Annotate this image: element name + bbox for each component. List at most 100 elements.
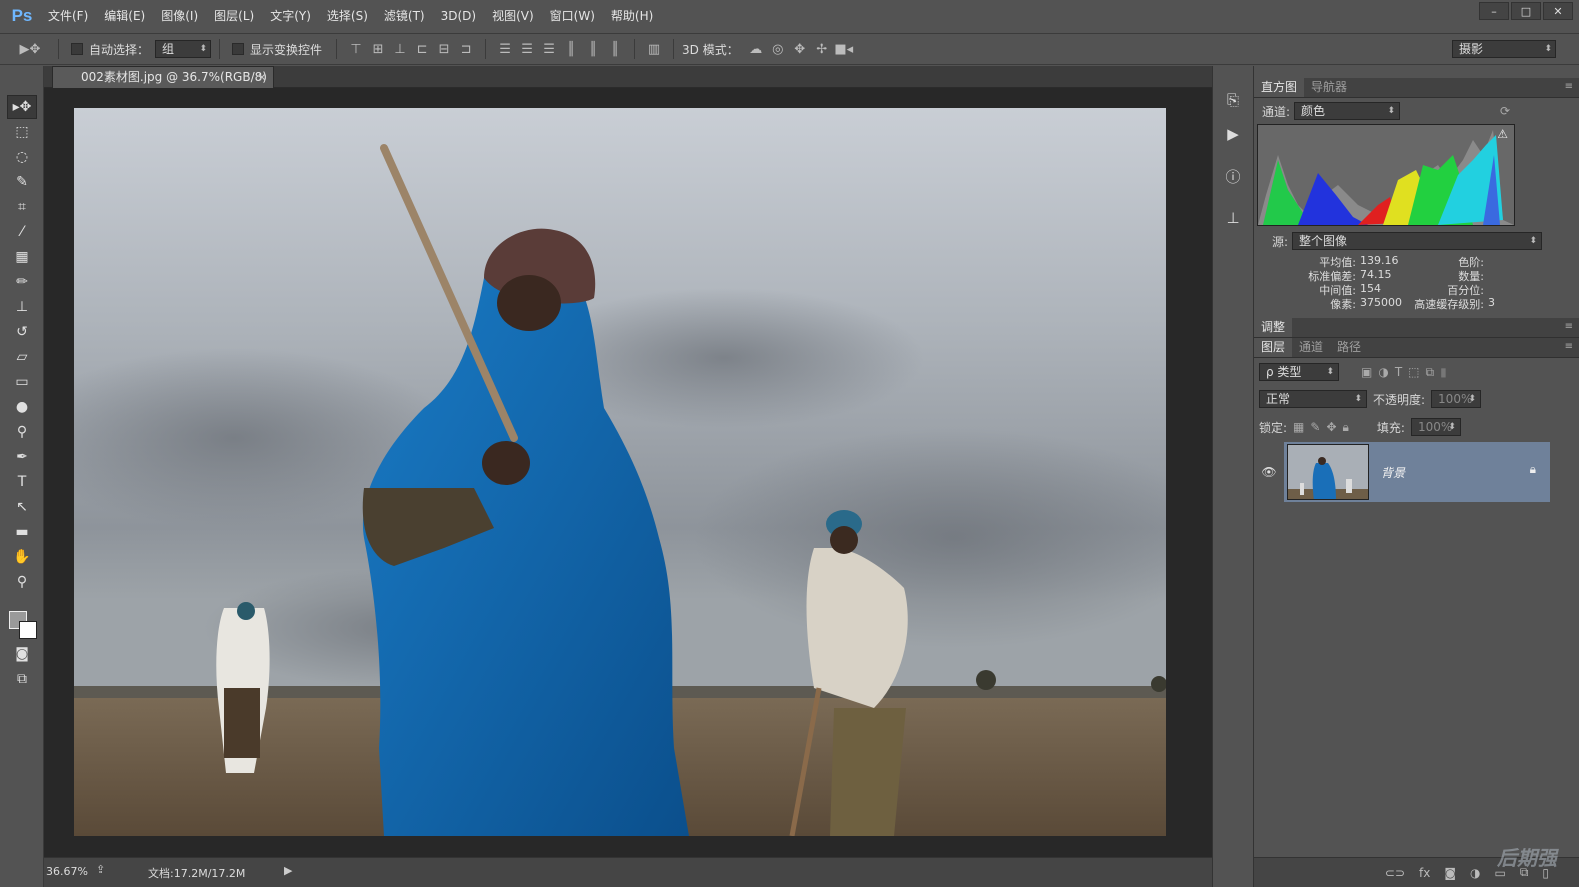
channel-dropdown[interactable]: 颜色	[1294, 102, 1401, 120]
fx-icon[interactable]: fx	[1419, 866, 1430, 880]
auto-select-checkbox[interactable]	[71, 43, 83, 55]
lasso-tool-icon[interactable]: ◌	[7, 145, 37, 169]
brush-tool-icon[interactable]: ✏	[7, 270, 37, 294]
align-top-icon[interactable]: ⊤	[345, 38, 367, 60]
menu-view[interactable]: 视图(V)	[484, 0, 542, 32]
image-canvas[interactable]	[74, 108, 1166, 836]
blend-mode-dropdown[interactable]: 正常	[1259, 390, 1367, 408]
info-panel-icon[interactable]: ⓘ	[1217, 162, 1249, 190]
export-icon[interactable]: ⇪	[96, 863, 105, 876]
quick-select-tool-icon[interactable]: ✎	[7, 170, 37, 194]
layer-kind-dropdown[interactable]: ρ 类型	[1259, 363, 1339, 381]
eyedropper-tool-icon[interactable]: ⁄	[7, 220, 37, 244]
tab-channels[interactable]: 通道	[1292, 338, 1330, 357]
link-layers-icon[interactable]: ⊂⊃	[1385, 866, 1405, 880]
distribute-bottom-icon[interactable]: ☰	[538, 38, 560, 60]
auto-select-dropdown[interactable]: 组	[155, 40, 212, 58]
clone-source-panel-icon[interactable]: ⊥	[1217, 204, 1249, 232]
eraser-tool-icon[interactable]: ▱	[7, 345, 37, 369]
filter-smart-icon[interactable]: ⧉	[1426, 365, 1435, 380]
type-tool-icon[interactable]: T	[7, 470, 37, 494]
zoom-level[interactable]: 36.67%	[46, 865, 88, 878]
lock-all-icon[interactable]: 🔒︎	[1343, 420, 1349, 435]
lock-transparent-icon[interactable]: ▦	[1293, 420, 1304, 434]
distribute-top-icon[interactable]: ☰	[494, 38, 516, 60]
close-tab-icon[interactable]: ×	[257, 67, 267, 87]
panel-menu-icon[interactable]: ≡	[1565, 321, 1573, 332]
auto-align-icon[interactable]: ▥	[643, 38, 665, 60]
menu-image[interactable]: 图像(I)	[153, 0, 206, 32]
lock-position-icon[interactable]: ✥	[1326, 420, 1336, 434]
3d-camera-icon[interactable]: ■◂	[833, 38, 855, 60]
filter-toggle-icon[interactable]: ▮	[1440, 365, 1447, 379]
menu-type[interactable]: 文字(Y)	[262, 0, 319, 32]
path-select-tool-icon[interactable]: ↖	[7, 495, 37, 519]
tab-paths[interactable]: 路径	[1330, 338, 1368, 357]
document-tab[interactable]: 002素材图.jpg @ 36.7%(RGB/8) ×	[52, 66, 274, 88]
tab-histogram[interactable]: 直方图	[1254, 78, 1305, 97]
panel-menu-icon[interactable]: ≡	[1565, 81, 1573, 92]
menu-edit[interactable]: 编辑(E)	[96, 0, 153, 32]
distribute-hcenter-icon[interactable]: ║	[582, 38, 604, 60]
layer-row-background[interactable]: 👁︎ 背景 🔒︎	[1254, 442, 1550, 502]
fill-input[interactable]: 100%	[1410, 418, 1461, 436]
pen-tool-icon[interactable]: ✒	[7, 445, 37, 469]
align-bottom-icon[interactable]: ⊥	[389, 38, 411, 60]
3d-orbit-icon[interactable]: ☁	[745, 38, 767, 60]
filter-pixel-icon[interactable]: ▣	[1361, 365, 1372, 379]
menu-3d[interactable]: 3D(D)	[433, 0, 484, 32]
show-transform-checkbox[interactable]	[232, 43, 245, 55]
crop-tool-icon[interactable]: ⌗	[7, 195, 37, 219]
status-menu-arrow[interactable]: ▶	[284, 864, 292, 877]
visibility-eye-icon[interactable]: 👁︎	[1254, 442, 1284, 502]
actions-panel-icon[interactable]: ▶	[1217, 120, 1249, 148]
source-dropdown[interactable]: 整个图像	[1292, 232, 1543, 250]
maximize-button[interactable]: □	[1511, 2, 1541, 20]
quick-mask-icon[interactable]: ◙	[7, 642, 37, 666]
new-adjustment-icon[interactable]: ◑	[1470, 866, 1480, 880]
distribute-right-icon[interactable]: ║	[604, 38, 626, 60]
menu-window[interactable]: 窗口(W)	[542, 0, 603, 32]
move-tool-icon[interactable]: ▸✥	[7, 95, 37, 119]
tab-adjustments[interactable]: 调整	[1254, 318, 1293, 337]
lock-image-icon[interactable]: ✎	[1310, 420, 1320, 434]
align-left-icon[interactable]: ⊏	[411, 38, 433, 60]
refresh-icon[interactable]: ⟳	[1500, 104, 1510, 118]
add-mask-icon[interactable]: ◙	[1444, 866, 1456, 880]
3d-pan-icon[interactable]: ✥	[789, 38, 811, 60]
layer-item[interactable]: 背景 🔒︎	[1284, 442, 1550, 502]
history-brush-tool-icon[interactable]: ↺	[7, 320, 37, 344]
3d-roll-icon[interactable]: ◎	[767, 38, 789, 60]
distribute-vcenter-icon[interactable]: ☰	[516, 38, 538, 60]
history-panel-icon[interactable]: ⎘	[1217, 86, 1249, 114]
move-tool-preset-icon[interactable]: ▶✥	[10, 38, 50, 60]
hand-tool-icon[interactable]: ✋	[7, 545, 37, 569]
minimize-button[interactable]: –	[1479, 2, 1509, 20]
marquee-tool-icon[interactable]: ⬚	[7, 120, 37, 144]
workspace-dropdown[interactable]: 摄影	[1452, 40, 1556, 58]
background-color[interactable]	[19, 621, 37, 639]
filter-adjust-icon[interactable]: ◑	[1378, 365, 1388, 379]
filter-type-icon[interactable]: T	[1395, 365, 1402, 379]
align-vcenter-icon[interactable]: ⊞	[367, 38, 389, 60]
rectangle-tool-icon[interactable]: ▬	[7, 520, 37, 544]
tab-navigator[interactable]: 导航器	[1304, 78, 1354, 97]
distribute-left-icon[interactable]: ║	[560, 38, 582, 60]
tab-layers[interactable]: 图层	[1254, 338, 1293, 357]
zoom-tool-icon[interactable]: ⚲	[7, 570, 37, 594]
dodge-tool-icon[interactable]: ⚲	[7, 420, 37, 444]
menu-filter[interactable]: 滤镜(T)	[376, 0, 433, 32]
screen-mode-icon[interactable]: ⧉	[7, 667, 37, 691]
panel-menu-icon[interactable]: ≡	[1565, 341, 1573, 352]
gradient-tool-icon[interactable]: ▭	[7, 370, 37, 394]
align-hcenter-icon[interactable]: ⊟	[433, 38, 455, 60]
align-right-icon[interactable]: ⊐	[455, 38, 477, 60]
menu-file[interactable]: 文件(F)	[40, 0, 96, 32]
menu-layer[interactable]: 图层(L)	[206, 0, 262, 32]
3d-slide-icon[interactable]: ✢	[811, 38, 833, 60]
healing-brush-tool-icon[interactable]: ▦	[7, 245, 37, 269]
menu-select[interactable]: 选择(S)	[319, 0, 376, 32]
blur-tool-icon[interactable]: ●	[7, 395, 37, 419]
clone-stamp-tool-icon[interactable]: ⊥	[7, 295, 37, 319]
filter-shape-icon[interactable]: ⬚	[1408, 365, 1419, 379]
